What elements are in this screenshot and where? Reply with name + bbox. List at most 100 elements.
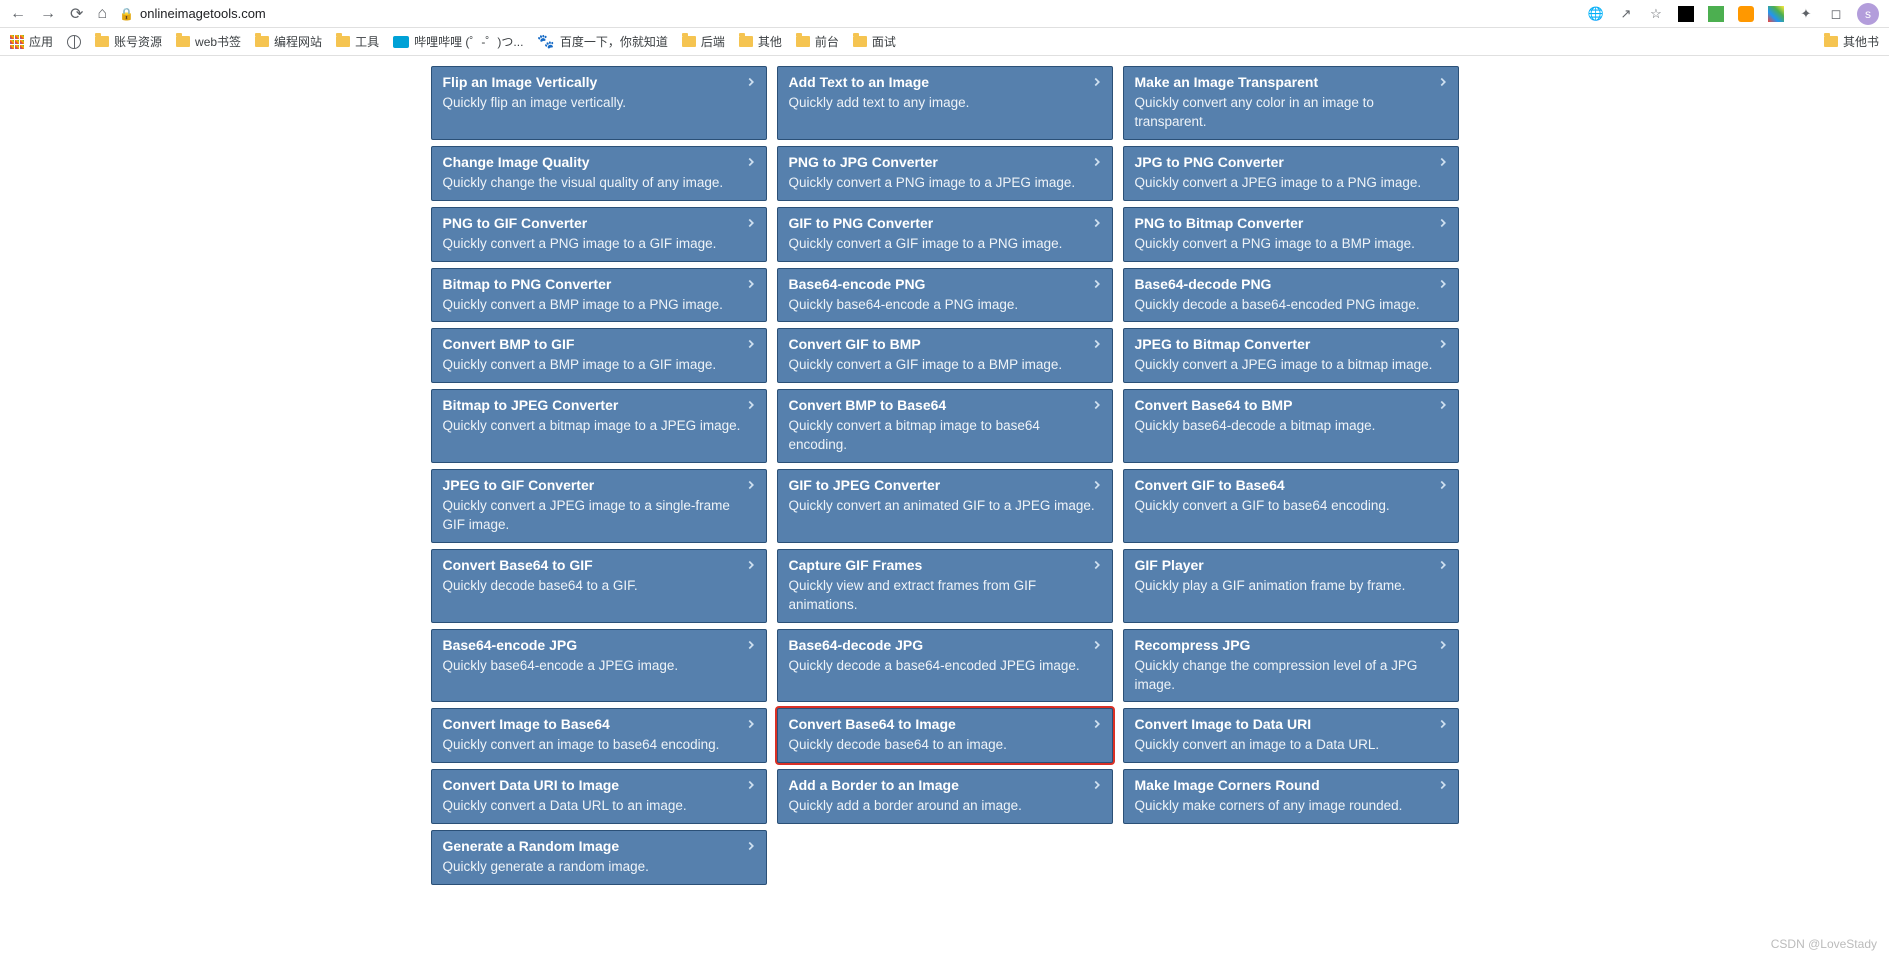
chevron-right-icon [1436,216,1450,233]
tool-card[interactable]: Convert GIF to BMPQuickly convert a GIF … [777,328,1113,383]
bookmark-bar: 应用 账号资源 web书签编程网站工具 哔哩哔哩 (゜-゜)つ... 🐾百度一下，你就知… [0,28,1889,56]
tool-card[interactable]: Convert Image to Base64Quickly convert a… [431,708,767,763]
tool-card[interactable]: JPG to PNG ConverterQuickly convert a JP… [1123,146,1459,201]
chevron-right-icon [744,337,758,354]
tool-card[interactable]: Base64-decode PNGQuickly decode a base64… [1123,268,1459,323]
tool-card-title: Convert Image to Data URI [1135,716,1447,732]
tool-card-title: GIF to PNG Converter [789,215,1101,231]
tool-card[interactable]: Add a Border to an ImageQuickly add a bo… [777,769,1113,824]
tool-card-title: Base64-decode PNG [1135,276,1447,292]
url-text: onlineimagetools.com [140,6,266,21]
ext4-icon[interactable] [1767,5,1785,23]
tool-card[interactable]: Convert Base64 to ImageQuickly decode ba… [777,708,1113,763]
chevron-right-icon [744,638,758,655]
tool-card-desc: Quickly change the compression level of … [1135,657,1447,695]
chevron-right-icon [1090,75,1104,92]
tool-card-title: Convert Base64 to BMP [1135,397,1447,413]
tool-card[interactable]: Convert Base64 to BMPQuickly base64-deco… [1123,389,1459,463]
tool-card-title: Convert Data URI to Image [443,777,755,793]
chevron-right-icon [744,216,758,233]
tool-card[interactable]: Convert Image to Data URI Quickly convert… [1123,708,1459,763]
profile-avatar[interactable]: s [1857,3,1879,25]
bookmark-label: 账号资源 [114,33,162,50]
bookmark-label: 其他 [758,33,782,50]
star-icon[interactable]: ☆ [1647,5,1665,23]
tool-card[interactable]: Convert Base64 to GIFQuickly decode base… [431,549,767,623]
bookmark-item[interactable]: 🐾百度一下，你就知道 [537,33,667,50]
tool-card-title: JPEG to GIF Converter [443,477,755,493]
panel-icon[interactable]: ◻ [1827,5,1845,23]
tool-card[interactable]: GIF to JPEG ConverterQuickly convert an … [777,469,1113,543]
tool-card-desc: Quickly convert an image to a Data URL. [1135,736,1447,755]
tool-card-desc: Quickly convert a BMP image to a PNG ima… [443,296,755,315]
chevron-right-icon [1090,478,1104,495]
ext1-icon[interactable] [1677,5,1695,23]
tool-card[interactable]: GIF PlayerQuickly play a GIF animation f… [1123,549,1459,623]
home-button[interactable]: ⌂ [97,5,107,23]
tool-card-desc: Quickly convert a GIF to base64 encoding… [1135,497,1447,516]
tool-card-desc: Quickly convert a PNG image to a BMP ima… [1135,235,1447,254]
tool-card[interactable]: Change Image QualityQuickly change the v… [431,146,767,201]
bookmark-item[interactable]: 前台 [796,33,839,50]
chevron-right-icon [1436,155,1450,172]
tool-card[interactable]: JPEG to Bitmap ConverterQuickly convert … [1123,328,1459,383]
tool-card[interactable]: PNG to JPG ConverterQuickly convert a PN… [777,146,1113,201]
translate-icon[interactable]: 🌐 [1587,5,1605,23]
ext3-icon[interactable] [1737,5,1755,23]
tool-card-title: Flip an Image Vertically [443,74,755,90]
bookmark-item[interactable]: 其他 [739,33,782,50]
bookmark-item[interactable] [67,35,81,49]
chevron-right-icon [744,277,758,294]
bookmark-item[interactable]: 应用 [10,33,53,50]
tool-card[interactable]: Base64-encode JPGQuickly base64-encode a… [431,629,767,703]
tool-card[interactable]: Convert BMP to GIFQuickly convert a BMP … [431,328,767,383]
tool-card[interactable]: JPEG to GIF ConverterQuickly convert a J… [431,469,767,543]
tool-card-title: PNG to Bitmap Converter [1135,215,1447,231]
ext2-icon[interactable] [1707,5,1725,23]
tool-card[interactable]: Recompress JPGQuickly change the compres… [1123,629,1459,703]
tool-card[interactable]: Bitmap to JPEG ConverterQuickly convert … [431,389,767,463]
tool-card[interactable]: Make Image Corners RoundQuickly make cor… [1123,769,1459,824]
bookmark-item[interactable]: 编程网站 [255,33,322,50]
tool-card-title: Change Image Quality [443,154,755,170]
chevron-right-icon [1090,155,1104,172]
tool-card[interactable]: Generate a Random ImageQuickly generate … [431,830,767,885]
forward-button[interactable]: → [40,5,56,23]
tool-card[interactable]: Base64-encode PNGQuickly base64-encode a… [777,268,1113,323]
tool-card[interactable]: PNG to Bitmap Converter Quickly convert a… [1123,207,1459,262]
tool-card[interactable]: Add Text to an ImageQuickly add text to … [777,66,1113,140]
tool-card[interactable]: GIF to PNG ConverterQuickly convert a GI… [777,207,1113,262]
tool-card[interactable]: PNG to GIF ConverterQuickly convert a PN… [431,207,767,262]
tool-card[interactable]: Convert GIF to Base64Quickly convert a G… [1123,469,1459,543]
tool-card[interactable]: Make an Image TransparentQuickly convert… [1123,66,1459,140]
bookmark-overflow[interactable]: 其他书 [1824,33,1879,50]
bookmark-item[interactable]: web书签 [176,33,241,50]
chevron-right-icon [1090,717,1104,734]
tool-card[interactable]: Capture GIF FramesQuickly view and extra… [777,549,1113,623]
tool-card[interactable]: Base64-decode JPGQuickly decode a base64… [777,629,1113,703]
tool-card[interactable]: Flip an Image Vertically Quickly flip an … [431,66,767,140]
tool-card-desc: Quickly base64-encode a PNG image. [789,296,1101,315]
tool-card-title: Convert GIF to BMP [789,336,1101,352]
tool-card-title: GIF to JPEG Converter [789,477,1101,493]
bookmark-item[interactable]: 哔哩哔哩 (゜-゜)つ... [393,33,523,50]
tool-card[interactable]: Convert BMP to Base64Quickly convert a b… [777,389,1113,463]
share-icon[interactable]: ↗ [1617,5,1635,23]
bookmark-item[interactable]: 工具 [336,33,379,50]
reload-button[interactable]: ⟳ [70,4,83,24]
tool-card-desc: Quickly convert a JPEG image to a bitmap… [1135,356,1447,375]
extensions-icon[interactable]: ✦ [1797,5,1815,23]
bookmark-item[interactable]: 账号资源 [95,33,162,50]
tool-card-desc: Quickly base64-encode a JPEG image. [443,657,755,676]
address-bar[interactable]: 🔒 onlineimagetools.com [119,6,266,21]
bookmark-item[interactable]: 面试 [853,33,896,50]
tool-card-desc: Quickly flip an image vertically. [443,94,755,113]
bookmark-item[interactable]: 后端 [682,33,725,50]
page-content: Flip an Image Vertically Quickly flip an … [0,56,1889,915]
tool-card[interactable]: Convert Data URI to ImageQuickly convert… [431,769,767,824]
bookmark-label: 哔哩哔哩 (゜-゜)つ... [414,33,523,50]
back-button[interactable]: ← [10,5,26,23]
lock-icon: 🔒 [119,7,134,21]
chevron-right-icon [1090,638,1104,655]
tool-card[interactable]: Bitmap to PNG ConverterQuickly convert a… [431,268,767,323]
